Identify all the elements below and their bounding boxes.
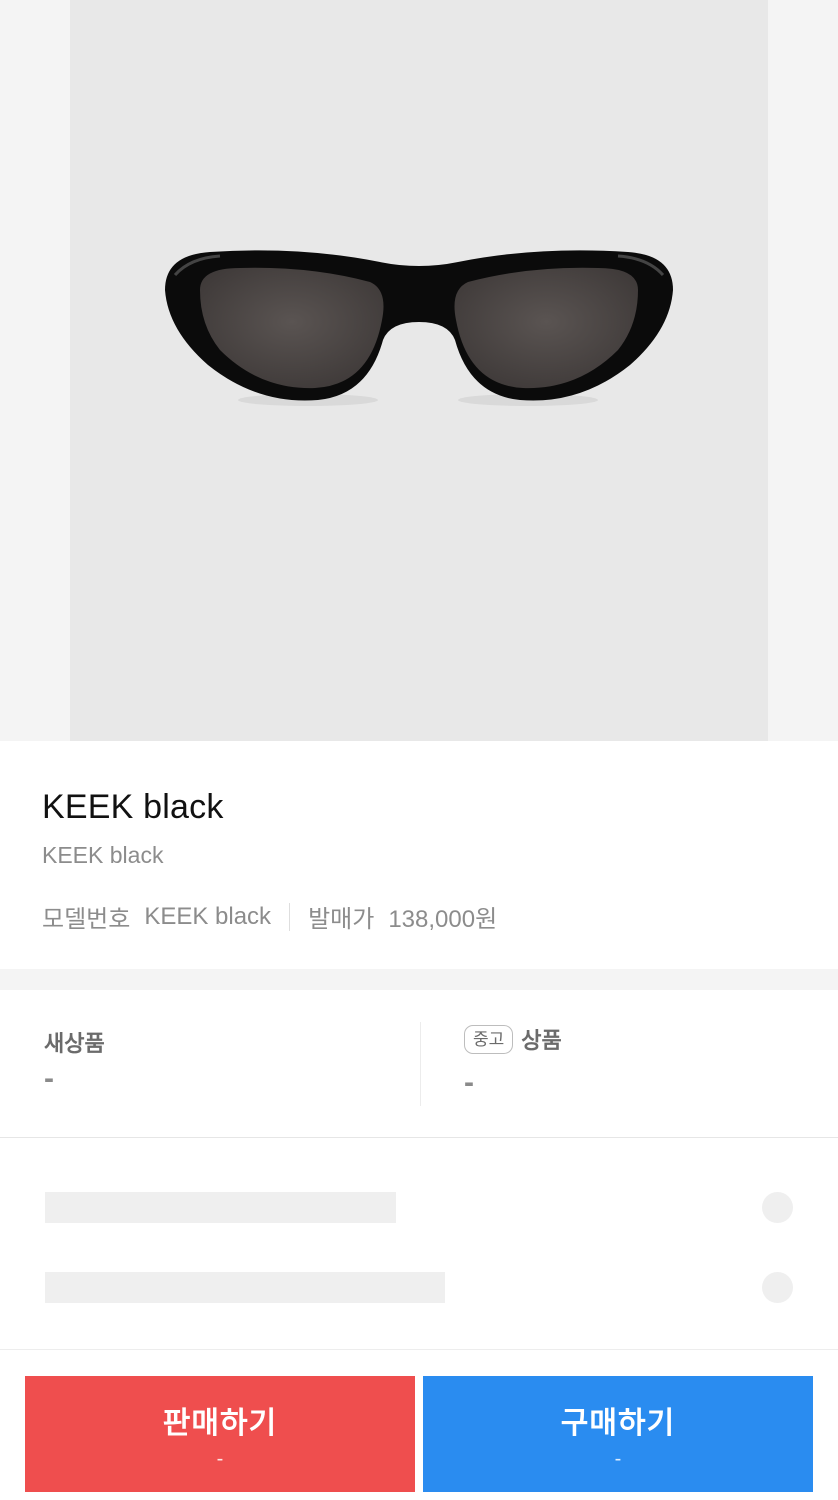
product-subtitle: KEEK black	[42, 842, 164, 868]
sell-button[interactable]: 판매하기 -	[25, 1376, 415, 1492]
meta-divider	[289, 902, 291, 931]
used-price-value: -	[464, 1066, 474, 1099]
product-image-area	[0, 0, 838, 741]
product-info: KEEK black KEEK black 모델번호 KEEK black 발매…	[0, 741, 838, 969]
release-price-label: 발매가	[308, 906, 375, 933]
price-summary: 새상품 - 중고 상품 -	[0, 990, 838, 1138]
used-price-label-text: 상품	[521, 1028, 562, 1053]
model-number-label: 모델번호	[42, 906, 131, 933]
action-bar: 판매하기 - 구매하기 -	[0, 1349, 838, 1500]
product-meta: 모델번호 KEEK black 발매가 138,000원	[42, 899, 497, 934]
buy-button[interactable]: 구매하기 -	[423, 1376, 813, 1492]
model-number-value: KEEK black	[144, 902, 272, 930]
sunglasses-icon	[165, 250, 673, 406]
skeleton-dot	[762, 1192, 793, 1223]
skeleton-bar	[45, 1192, 396, 1223]
section-divider	[0, 969, 838, 990]
release-price-value: 138,000원	[388, 906, 498, 933]
buy-button-label: 구매하기	[560, 1407, 676, 1440]
new-price-value: -	[44, 1062, 54, 1095]
new-price-label: 새상품	[44, 1031, 105, 1056]
loading-skeleton	[0, 1139, 838, 1349]
new-price-column[interactable]: 새상품 -	[0, 990, 420, 1138]
sell-button-label: 판매하기	[162, 1407, 278, 1440]
buy-button-price: -	[614, 1448, 622, 1470]
used-price-column[interactable]: 중고 상품 -	[420, 990, 838, 1138]
sell-button-price: -	[216, 1448, 224, 1470]
product-title: KEEK black	[42, 788, 224, 826]
skeleton-dot	[762, 1272, 793, 1303]
skeleton-bar	[45, 1272, 445, 1303]
used-price-label: 중고 상품	[464, 1023, 562, 1055]
used-tag-badge: 중고	[464, 1024, 514, 1054]
product-image[interactable]	[70, 0, 768, 741]
